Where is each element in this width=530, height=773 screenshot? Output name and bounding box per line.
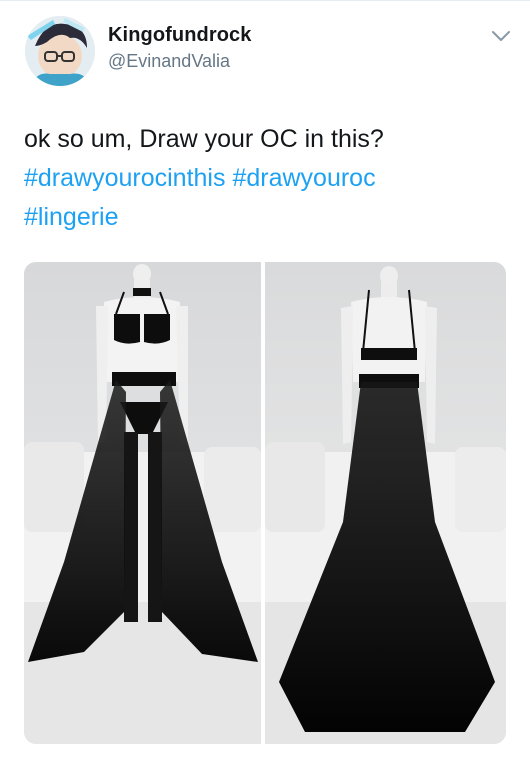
avatar[interactable] (25, 16, 95, 86)
top-divider (0, 0, 530, 1)
author-display-name[interactable]: Kingofundrock (108, 24, 252, 47)
tweet-text: ok so um, Draw your OC in this? #drawyou… (24, 120, 504, 237)
chevron-down-icon[interactable] (490, 28, 512, 44)
hashtag-link[interactable]: #drawyouroc (232, 164, 375, 192)
lingerie-front-photo[interactable] (24, 262, 261, 744)
lingerie-back-photo[interactable] (265, 262, 506, 744)
author-handle[interactable]: @EvinandValia (108, 51, 230, 72)
hashtag-link[interactable]: #lingerie (24, 203, 119, 231)
avatar-illustration (25, 16, 95, 86)
media-grid (24, 262, 506, 744)
tweet-text-line: ok so um, Draw your OC in this? (24, 125, 384, 153)
hashtag-link[interactable]: #drawyourocinthis (24, 164, 226, 192)
